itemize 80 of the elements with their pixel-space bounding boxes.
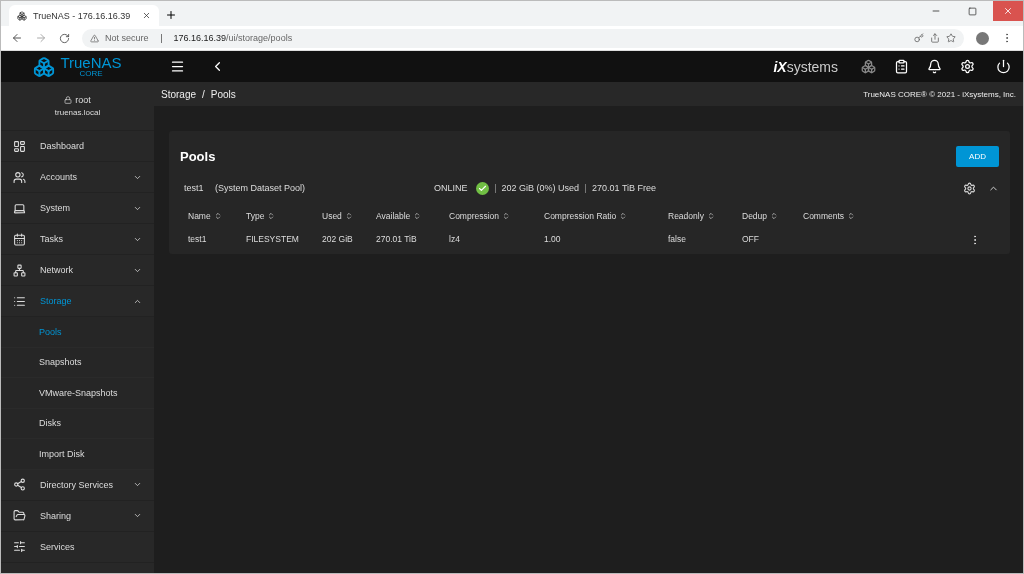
breadcrumb-separator: / (202, 88, 205, 100)
sort-icon[interactable] (619, 212, 628, 220)
table-cell-text: test1 (188, 234, 208, 246)
sort-icon[interactable] (706, 212, 715, 220)
sidebar-item[interactable]: Sharing (1, 500, 154, 532)
sidebar-item[interactable]: Services (1, 531, 154, 563)
column-header[interactable]: Available (376, 211, 449, 221)
sort-icon[interactable] (847, 212, 856, 220)
power-icon[interactable] (996, 59, 1011, 74)
caret-icon (133, 480, 142, 489)
star-icon[interactable] (946, 33, 956, 43)
table-cell-text: false (668, 234, 687, 246)
table-cell-text: 202 GiB (322, 234, 354, 246)
calendar-icon (13, 232, 26, 246)
column-header[interactable]: Compression (449, 211, 544, 221)
sliders-icon (13, 540, 26, 553)
share-icon (13, 478, 26, 491)
network-icon (13, 263, 26, 277)
list-icon (13, 294, 26, 308)
laptop-icon (13, 201, 26, 215)
breadcrumb-link[interactable]: Storage (161, 88, 197, 100)
host-name: truenas.local (54, 108, 101, 117)
app-logo: TrueNAS CORE (1, 55, 154, 78)
pool-used: 202 GiB (0%) Used (501, 183, 580, 193)
settings-icon[interactable] (963, 181, 976, 195)
menu-icon[interactable] (170, 59, 185, 74)
close-icon (1003, 6, 1013, 16)
dashboard-icon (13, 139, 26, 153)
back-icon[interactable] (11, 32, 23, 44)
table-cell-text: 270.01 TiB (376, 234, 418, 246)
sidebar-item[interactable]: Tasks (1, 224, 154, 255)
address-field[interactable]: Not secure 176.16.16.39/ui/storage/pools (82, 28, 964, 48)
sort-icon[interactable] (770, 212, 779, 220)
copyright-text: TrueNAS CORE® © 2021 - iXsystems, Inc. (863, 89, 1016, 99)
page-title: Pools (180, 148, 216, 164)
breadcrumb-current: Pools (210, 88, 236, 100)
maximize-icon (967, 6, 977, 16)
sidebar-item[interactable]: Directory Services (1, 469, 154, 501)
sort-icon[interactable] (213, 212, 222, 220)
sort-icon[interactable] (344, 212, 353, 220)
warning-icon (90, 33, 99, 43)
sort-icon[interactable] (502, 212, 511, 220)
sort-icon[interactable] (267, 212, 276, 220)
partner-logo: iXsystems (773, 58, 838, 75)
notifications-icon[interactable] (927, 59, 942, 74)
tab-favicon-icon (17, 10, 27, 21)
sort-icon[interactable] (413, 212, 422, 220)
column-header[interactable]: Compression Ratio (544, 211, 668, 221)
column-header[interactable]: Type (246, 211, 322, 221)
sidebar-item[interactable]: System (1, 193, 154, 224)
column-header[interactable]: Dedup (742, 211, 803, 221)
cube-icon[interactable] (861, 59, 876, 74)
browser-tab[interactable]: TrueNAS - 176.16.16.39 (9, 5, 159, 26)
sidebar-item[interactable]: Accounts (1, 162, 154, 193)
folder-icon (13, 509, 26, 522)
column-header[interactable]: Comments (803, 211, 969, 221)
sidebar-item[interactable]: Network (1, 255, 154, 286)
clipboard-icon[interactable] (894, 59, 909, 74)
column-header[interactable]: Used (322, 211, 376, 221)
table-cell-text: 1.00 (544, 234, 562, 246)
pool-note: (System Dataset Pool) (215, 183, 307, 193)
people-icon (13, 170, 26, 184)
user-name: root (75, 95, 91, 105)
key-icon[interactable] (914, 33, 924, 43)
share-icon[interactable] (930, 33, 940, 43)
column-header[interactable]: Name (188, 211, 246, 221)
caret-icon (133, 511, 142, 520)
sidebar-item[interactable]: Dashboard (1, 131, 154, 162)
pool-free: 270.01 TiB Free (592, 183, 657, 193)
table-cell-text: FILESYSTEM (246, 234, 300, 246)
lock-icon (64, 96, 73, 104)
reload-icon[interactable] (59, 32, 70, 44)
pool-status: ONLINE (434, 183, 468, 193)
close-icon[interactable] (142, 11, 151, 20)
pool-name: test1 (184, 183, 205, 193)
new-tab-icon[interactable] (165, 9, 177, 21)
column-header[interactable]: Readonly (668, 211, 742, 221)
table-cell-text: lz4 (449, 234, 461, 246)
table-cell-text: OFF (742, 234, 760, 246)
profile-avatar[interactable] (976, 31, 989, 45)
